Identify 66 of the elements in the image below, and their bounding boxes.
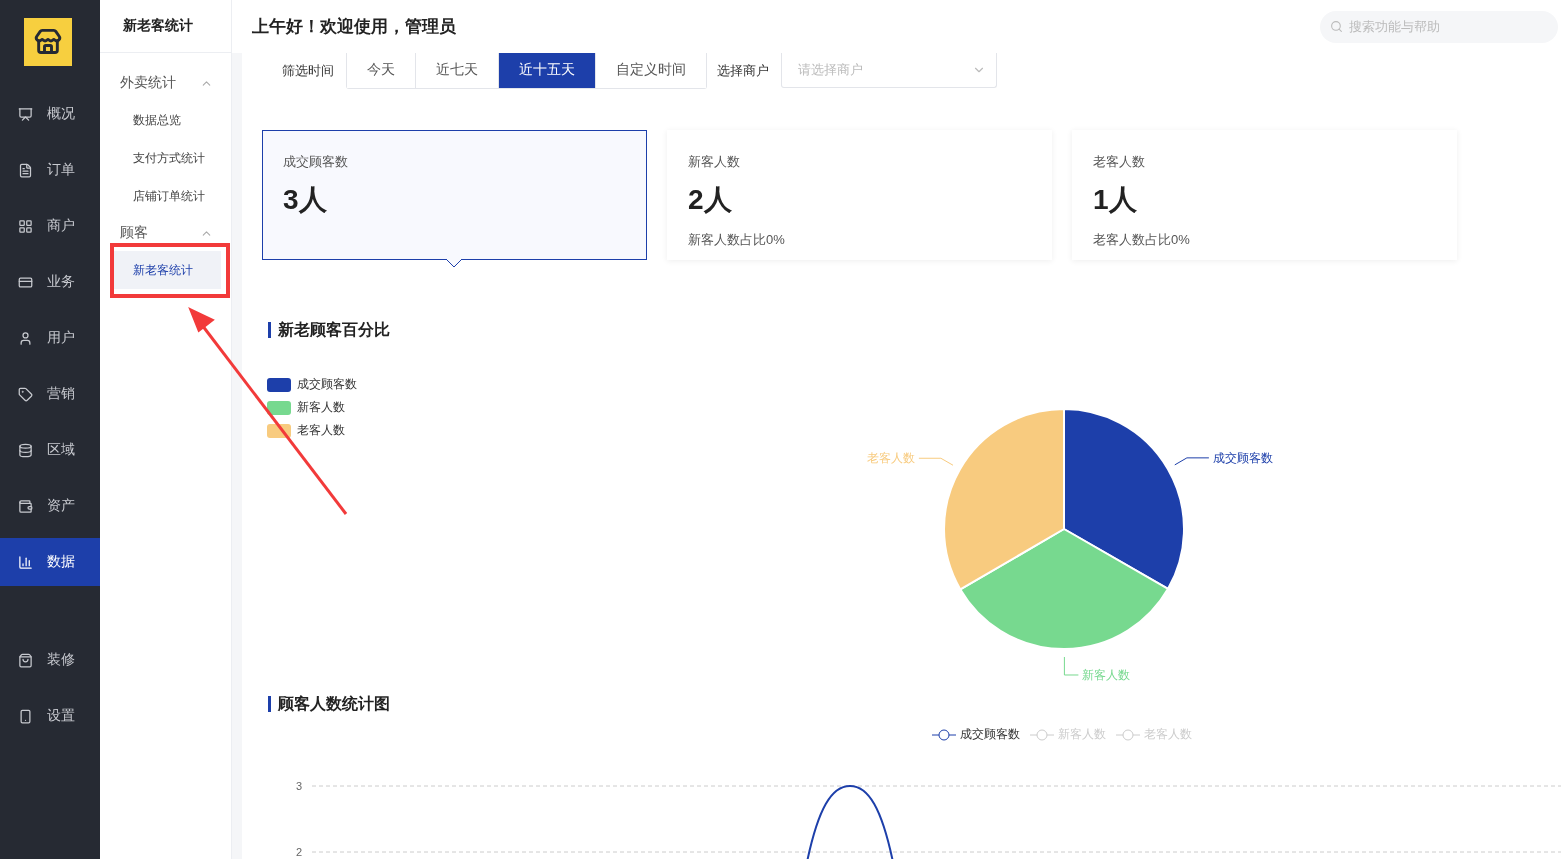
submenu-title: 新老客统计	[100, 0, 231, 53]
legend-label: 新客人数	[297, 399, 345, 416]
chart-board-icon	[18, 106, 33, 122]
submenu-group[interactable]: 顾客	[100, 215, 231, 251]
legend-item[interactable]: 成交顾客数	[932, 726, 1020, 743]
range-tab[interactable]: 今天	[347, 53, 416, 88]
nav-item[interactable]: 商户	[0, 202, 100, 250]
grid-icon	[18, 218, 33, 234]
leader-line	[918, 457, 954, 466]
database-icon	[18, 442, 33, 458]
submenu-item[interactable]: 支付方式统计	[110, 139, 221, 177]
slice-label: 成交顾客数	[1212, 450, 1273, 465]
slice-label: 新客人数	[1082, 668, 1131, 682]
filter-label: 筛选时间	[281, 61, 335, 80]
bag-icon	[18, 652, 33, 668]
legend-swatch	[267, 377, 291, 392]
nav-item[interactable]: 设置	[0, 692, 100, 740]
nav-item[interactable]: 营销	[0, 370, 100, 418]
nav-item[interactable]: 资产	[0, 482, 100, 530]
submenu-item[interactable]: 店铺订单统计	[110, 177, 221, 215]
nav-item[interactable]: 装修	[0, 636, 100, 684]
axis-tick-label: 2	[295, 846, 302, 858]
card-value: 3人	[283, 183, 328, 217]
section-title: 新老顾客百分比	[268, 322, 390, 338]
search-icon	[1330, 20, 1343, 33]
nav-item[interactable]: 订单	[0, 146, 100, 194]
nav-item[interactable]: 区域	[0, 426, 100, 474]
stat-card[interactable]: 老客人数 1人 老客人数占比0%	[1072, 130, 1457, 260]
legend-marker-icon	[1116, 728, 1140, 741]
card-title: 新客人数	[688, 153, 741, 171]
bar-chart-icon	[18, 554, 33, 570]
card-title: 成交顾客数	[283, 153, 349, 171]
store-logo	[24, 18, 72, 66]
nav-item[interactable]: 概况	[0, 90, 100, 138]
leader-line	[1063, 656, 1079, 676]
card-value: 1人	[1093, 183, 1138, 217]
card-note: 新客人数占比0%	[688, 231, 786, 249]
section-title: 顾客人数统计图	[268, 696, 390, 712]
card-icon	[18, 274, 33, 290]
phone-icon	[18, 708, 33, 724]
stat-card[interactable]: 新客人数 2人 新客人数占比0%	[667, 130, 1052, 260]
legend-marker-icon	[932, 728, 956, 741]
card-note: 老客人数占比0%	[1093, 231, 1191, 249]
submenu-item[interactable]: 数据总览	[110, 101, 221, 139]
document-icon	[18, 162, 33, 178]
filter-label: 选择商户	[716, 61, 770, 80]
pointer-notch	[446, 259, 462, 268]
legend-label: 老客人数	[297, 422, 345, 439]
nav-item[interactable]: 数据	[0, 538, 100, 586]
nav-item[interactable]: 业务	[0, 258, 100, 306]
axis-tick-label: 3	[295, 780, 302, 792]
nav-item[interactable]: 用户	[0, 314, 100, 362]
card-value: 2人	[688, 183, 733, 217]
legend-label: 成交顾客数	[297, 376, 357, 393]
greeting: 上午好！欢迎使用，管理员	[252, 16, 456, 38]
card-title: 老客人数	[1093, 153, 1146, 171]
leader-line	[1174, 457, 1210, 466]
submenu-group[interactable]: 外卖统计	[100, 65, 231, 101]
range-tab[interactable]: 近十五天	[499, 53, 596, 88]
legend-swatch	[267, 400, 291, 415]
tag-icon	[18, 386, 33, 402]
user-icon	[18, 330, 33, 346]
legend-marker-icon	[1030, 728, 1054, 741]
stat-card[interactable]: 成交顾客数 3人	[262, 130, 647, 260]
wallet-icon	[18, 498, 33, 514]
slice-label: 老客人数	[866, 451, 915, 466]
